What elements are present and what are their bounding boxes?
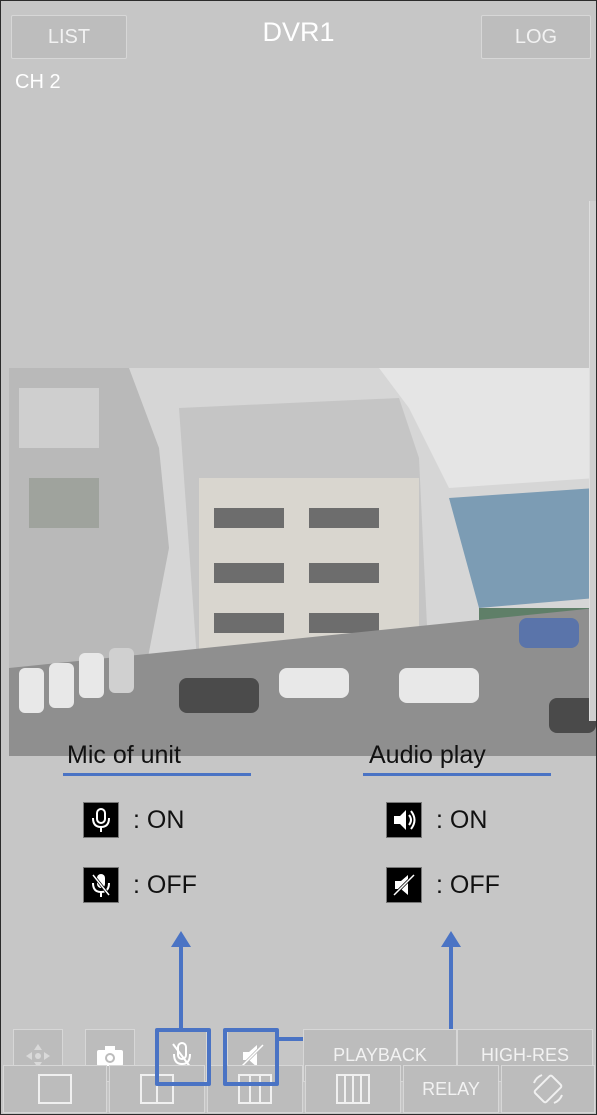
mic-button-highlight: [155, 1028, 211, 1086]
audio-arrow-shaft: [449, 941, 453, 1039]
audio-off-row: : OFF: [386, 867, 500, 903]
toolbar-bottom: RELAY: [1, 1065, 596, 1114]
mic-arrow-head: [171, 931, 191, 947]
rotate-screen-icon: [533, 1074, 563, 1104]
audio-off-text: : OFF: [436, 870, 500, 899]
relay-button[interactable]: RELAY: [403, 1065, 499, 1113]
mic-on-icon: [83, 802, 119, 838]
audio-arrow-head: [441, 931, 461, 947]
log-button-label: LOG: [514, 25, 558, 48]
single-view-icon: [38, 1074, 72, 1104]
camera-image: [9, 368, 596, 756]
relay-label: RELAY: [422, 1078, 480, 1099]
mic-arrow-shaft: [179, 941, 183, 1033]
mic-on-text: : ON: [133, 805, 185, 834]
rotate-button[interactable]: [501, 1065, 595, 1113]
camera-icon: [97, 1045, 123, 1066]
app-frame: LIST DVR1 LOG CH 2 Mic of unit: ON: OF…: [0, 0, 597, 1115]
mic-off-text: : OFF: [133, 870, 197, 899]
audio-annotation-underline: [363, 773, 551, 776]
speaker-on-icon: [386, 802, 422, 838]
high-res-label: HIGH-RES: [480, 1045, 569, 1065]
channel-label: CH 2: [15, 71, 61, 93]
audio-on-row: : ON: [386, 802, 487, 838]
side-scrollbar[interactable]: [589, 201, 596, 721]
split-4-view-icon: [336, 1074, 370, 1104]
mic-annotation-title: Mic of unit: [67, 741, 181, 769]
mic-off-icon: [83, 867, 119, 903]
log-button[interactable]: LOG: [481, 15, 591, 59]
camera-view: [9, 368, 596, 756]
layout-4-button[interactable]: [305, 1065, 401, 1113]
mic-off-row: : OFF: [83, 867, 197, 903]
mic-annotation-underline: [63, 773, 251, 776]
mic-on-row: : ON: [83, 802, 184, 838]
audio-button-highlight: [223, 1028, 279, 1086]
layout-1-button[interactable]: [3, 1065, 107, 1113]
playback-label: PLAYBACK: [333, 1045, 427, 1065]
audio-on-text: : ON: [436, 805, 488, 834]
header: LIST DVR1 LOG: [1, 1, 596, 61]
speaker-off-icon: [386, 867, 422, 903]
audio-annotation-title: Audio play: [369, 741, 486, 769]
